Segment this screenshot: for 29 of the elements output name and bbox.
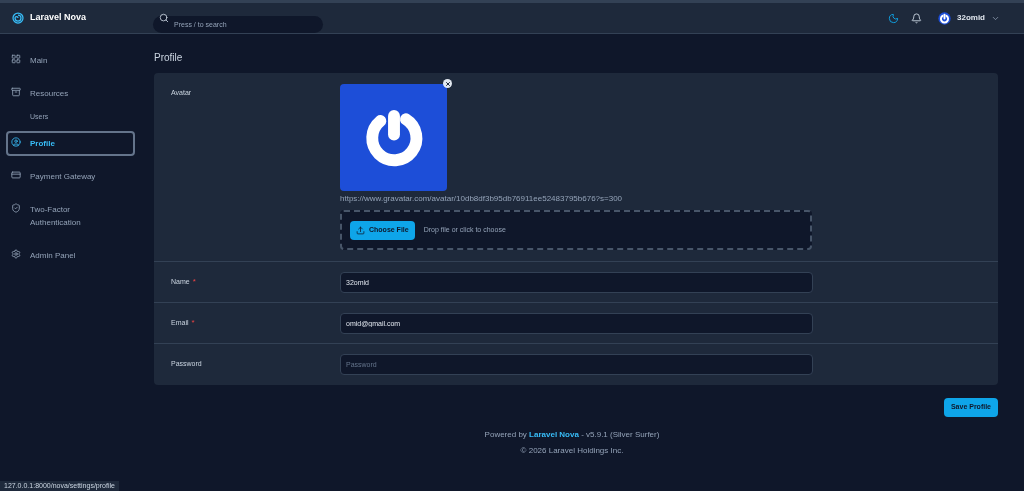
notification-icon[interactable] <box>911 12 922 24</box>
page-title: Profile <box>154 51 184 65</box>
avatar-url: https://www.gravatar.com/avatar/10db8df3b95db76911ee52483795b676?s=300 <box>340 194 624 204</box>
sidebar-item[interactable]: Main <box>6 48 135 73</box>
sidebar-item[interactable]: Payment Gateway <box>6 163 135 189</box>
box-icon <box>11 87 21 97</box>
copyright-text: © 2026 Laravel Holdings Inc. <box>520 445 624 457</box>
remove-button[interactable] <box>443 79 452 88</box>
brand-name: Laravel Nova <box>30 11 87 25</box>
footer-credit: Powered by Laravel Nova - v5.9.1 (Silver Surfer) <box>484 429 660 441</box>
nova-link[interactable]: Laravel Nova <box>529 430 579 439</box>
spiral-logo-icon <box>12 12 24 24</box>
search-icon <box>159 13 169 23</box>
credit-card-icon <box>11 169 21 180</box>
user-avatar <box>938 11 951 25</box>
shield-icon <box>11 202 21 213</box>
user-menu[interactable]: 32omid <box>938 11 1000 25</box>
sidebar-item[interactable]: Profile <box>6 130 135 156</box>
user-icon <box>11 136 21 147</box>
moon-icon[interactable] <box>888 12 899 24</box>
close-icon <box>444 80 451 87</box>
sidebar-item[interactable]: Resources <box>6 81 135 106</box>
required-mark: * <box>192 276 196 288</box>
upload-icon <box>356 225 365 235</box>
sidebar-item[interactable]: Two-Factor Authentication <box>6 196 135 235</box>
sidebar-item[interactable]: Admin Panel <box>6 242 135 268</box>
settings-icon <box>11 248 21 259</box>
required-mark: * <box>191 317 195 329</box>
grid-icon <box>11 54 21 64</box>
